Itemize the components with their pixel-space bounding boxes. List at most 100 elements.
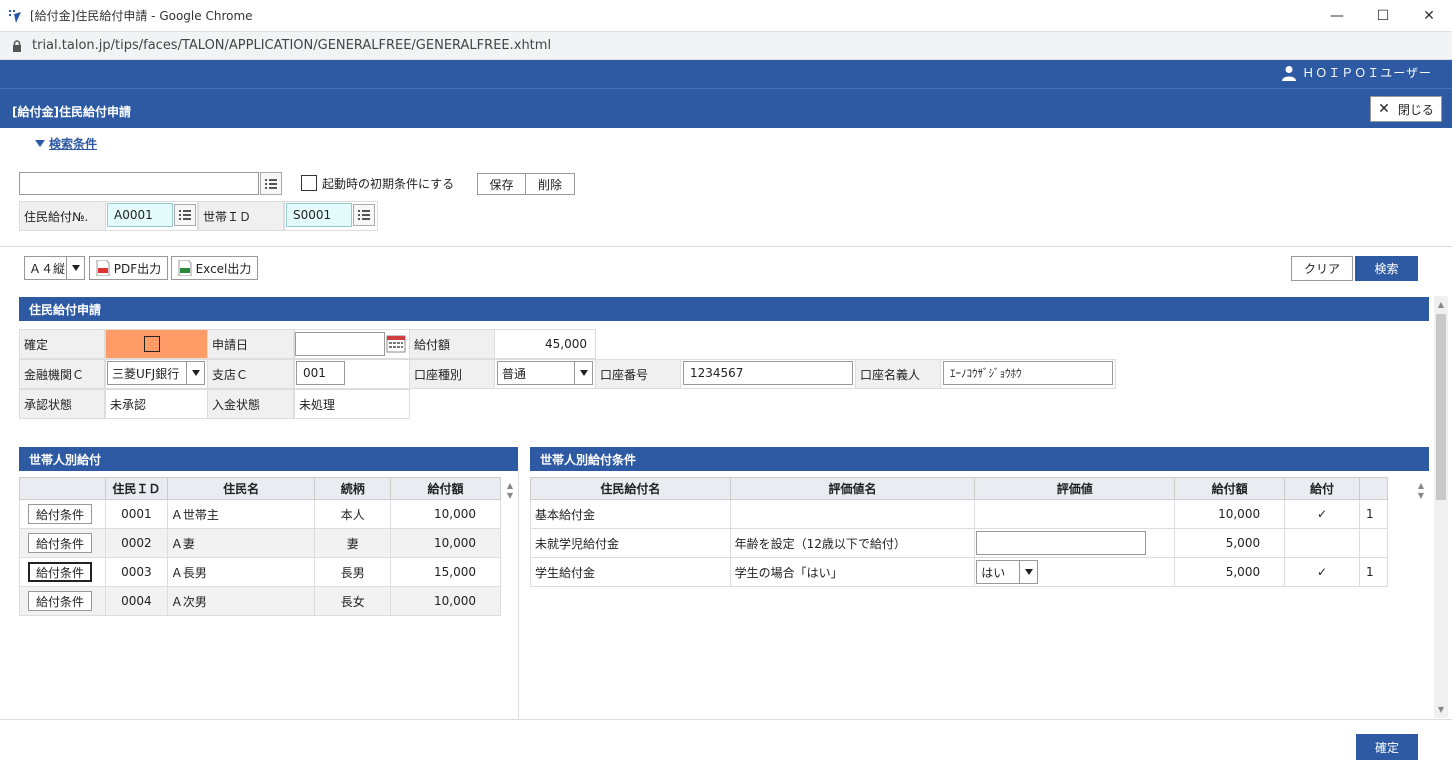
user-menu[interactable]: ＨＯＩＰＯＩユーザー [1282, 64, 1432, 81]
close-icon: ✕ [1378, 101, 1390, 117]
account-type-label: 口座種別 [409, 359, 495, 389]
check-cell: ✓ [1284, 499, 1360, 529]
household-table: 住民ＩＤ 住民名 続柄 給付額 給付条件 0001 Ａ世帯主 本人 10,000… [19, 477, 501, 616]
app-icon [6, 7, 24, 25]
save-condition-button[interactable]: 保存 [477, 173, 526, 195]
scroll-down-icon[interactable]: ▼ [505, 490, 515, 500]
preset-condition-input[interactable] [19, 172, 259, 195]
jumin-no-list-button[interactable] [174, 204, 196, 226]
branch-input[interactable]: 001 [296, 361, 345, 385]
pdf-export-button[interactable]: PDF出力 [89, 256, 168, 280]
divider [518, 471, 519, 719]
column-header-eval-name: 評価値名 [729, 477, 976, 500]
footer-bar: 確定 [0, 719, 1452, 775]
page-title: [給付金]住民給付申請 [12, 105, 131, 119]
calendar-icon[interactable] [386, 333, 406, 353]
eval-name-cell: 年齢を設定（12歳以下で給付） [729, 528, 976, 558]
table-row: 給付条件 0004 Ａ次男 長女 10,000 [19, 586, 501, 616]
kyufu-condition-button[interactable]: 給付条件 [28, 591, 92, 611]
amount-cell: 10,000 [390, 499, 501, 529]
minimize-icon[interactable]: — [1314, 0, 1360, 32]
app-header-bar: ＨＯＩＰＯＩユーザー [0, 60, 1452, 88]
jumin-id-cell: 0004 [104, 586, 168, 616]
column-header-relation: 続柄 [314, 477, 392, 500]
scroll-up-icon[interactable]: ▲ [1436, 299, 1446, 309]
account-name-input[interactable]: ｴｰﾉｺｳｻﾞｼﾞｮｳﾎｳ [943, 361, 1113, 385]
shinsei-date-input[interactable] [295, 332, 385, 356]
column-header-kyufu-name: 住民給付名 [530, 477, 731, 500]
excel-export-button[interactable]: Excel出力 [171, 256, 258, 280]
count-cell: 1 [1358, 557, 1389, 587]
kyufu-condition-button[interactable]: 給付条件 [28, 504, 92, 524]
scroll-thumb[interactable] [1436, 314, 1446, 500]
address-bar[interactable]: trial.talon.jp/tips/faces/TALON/APPLICAT… [0, 32, 1452, 60]
user-name: ＨＯＩＰＯＩユーザー [1302, 66, 1432, 80]
jumin-id-cell: 0002 [104, 528, 168, 558]
lock-icon [12, 39, 22, 52]
age-input[interactable] [976, 531, 1147, 555]
column-header-jumin-id: 住民ＩＤ [104, 477, 168, 500]
list-icon [179, 210, 191, 220]
conditions-table-header: 住民給付名 評価値名 評価値 給付額 給付 [530, 477, 1389, 500]
window-close-icon[interactable]: ✕ [1406, 0, 1452, 32]
bank-select[interactable]: 三菱UFJ銀行 [107, 361, 205, 385]
conditions-table: 住民給付名 評価値名 評価値 給付額 給付 基本給付金 10,000 ✓ 1 未… [530, 477, 1389, 587]
maximize-icon[interactable]: ☐ [1360, 0, 1406, 32]
url-text[interactable]: trial.talon.jp/tips/faces/TALON/APPLICAT… [32, 38, 551, 53]
table-row: 未就学児給付金 年齢を設定（12歳以下で給付） 5,000 [530, 528, 1389, 558]
column-header-kyufu: 給付 [1284, 477, 1360, 500]
account-no-label: 口座番号 [595, 359, 681, 389]
scroll-down-icon[interactable]: ▼ [1436, 704, 1446, 714]
amount-cell: 5,000 [1174, 528, 1286, 558]
preset-list-button[interactable] [260, 172, 282, 195]
check-cell: ✓ [1284, 557, 1360, 587]
list-icon [358, 210, 370, 220]
amount-cell: 15,000 [390, 557, 501, 587]
approval-label: 承認状態 [19, 389, 105, 419]
pdf-export-label: PDF出力 [113, 261, 162, 276]
check-cell [1284, 528, 1360, 558]
jumin-no-input[interactable]: A0001 [107, 203, 173, 227]
close-button-label: 閉じる [1397, 102, 1434, 117]
account-no-input[interactable]: 1234567 [683, 361, 853, 385]
search-conditions-toggle[interactable]: 検索条件 [35, 135, 97, 152]
excel-export-label: Excel出力 [195, 261, 252, 276]
table-row: 給付条件 0001 Ａ世帯主 本人 10,000 [19, 499, 501, 529]
kyufu-name-cell: 基本給付金 [530, 499, 731, 529]
delete-condition-button[interactable]: 削除 [525, 173, 575, 195]
column-header-count [1358, 477, 1389, 500]
kyufu-condition-button[interactable]: 給付条件 [28, 562, 92, 582]
student-select[interactable]: はい [976, 560, 1039, 584]
search-button[interactable]: 検索 [1355, 256, 1418, 281]
scroll-down-icon[interactable]: ▼ [1416, 490, 1426, 500]
close-button[interactable]: ✕ 閉じる [1370, 96, 1442, 122]
jumin-name-cell: Ａ長男 [166, 557, 316, 587]
jumin-id-cell: 0001 [104, 499, 168, 529]
paper-size-value: Ａ４縦 [29, 261, 66, 276]
deposit-value: 未処理 [294, 389, 410, 419]
conditions-section-header: 世帯人別給付条件 [530, 447, 1429, 471]
kyufu-condition-button[interactable]: 給付条件 [28, 533, 92, 553]
setai-id-input[interactable]: S0001 [286, 203, 352, 227]
amount-cell: 10,000 [390, 586, 501, 616]
column-header-amount: 給付額 [1174, 477, 1286, 500]
kakutei-label: 確定 [19, 329, 105, 359]
column-header-jumin-name: 住民名 [166, 477, 316, 500]
scroll-up-icon[interactable]: ▲ [1416, 480, 1426, 490]
scroll-up-icon[interactable]: ▲ [505, 480, 515, 490]
household-table-header: 住民ＩＤ 住民名 続柄 給付額 [19, 477, 501, 500]
clear-button[interactable]: クリア [1291, 256, 1353, 281]
paper-size-select[interactable]: Ａ４縦 [24, 256, 85, 280]
column-header-amount: 給付額 [390, 477, 501, 500]
page-header: [給付金]住民給付申請 ✕ 閉じる [0, 88, 1452, 128]
account-type-select[interactable]: 普通 [497, 361, 593, 385]
setai-id-list-button[interactable] [353, 204, 375, 226]
kakutei-checkbox[interactable] [144, 336, 160, 352]
field-label-jumin-no: 住民給付№. [19, 201, 106, 231]
startup-condition-checkbox[interactable] [301, 175, 317, 191]
main-scrollbar[interactable]: ▲ ▼ [1434, 296, 1448, 718]
branch-label: 支店Ｃ [207, 359, 294, 389]
eval-name-cell: 学生の場合「はい」 [729, 557, 976, 587]
relation-cell: 妻 [314, 528, 392, 558]
confirm-button[interactable]: 確定 [1356, 734, 1418, 760]
